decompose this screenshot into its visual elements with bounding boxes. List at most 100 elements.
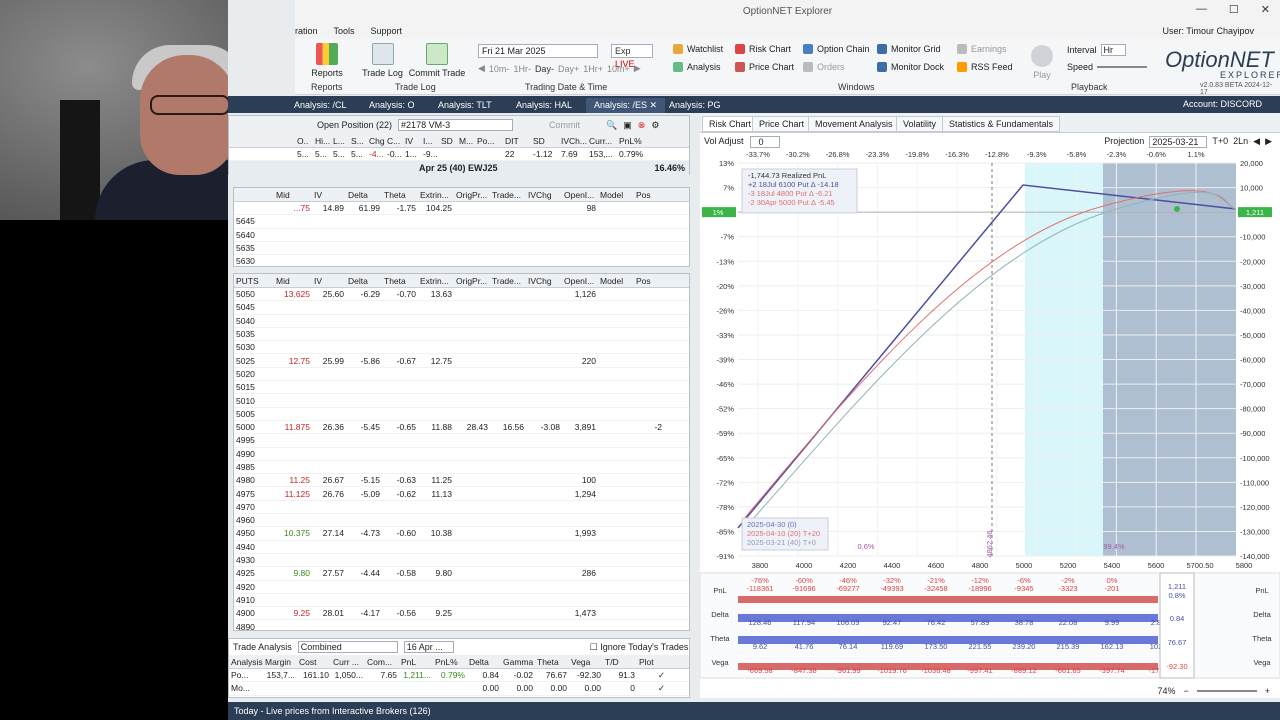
column-header[interactable]: Model	[598, 190, 634, 200]
column-header[interactable]: IV	[403, 136, 421, 146]
ignore-trades-checkbox[interactable]: ☐ Ignore Today's Trades	[590, 642, 689, 653]
tab-analysis-es[interactable]: Analysis: /ES ✕	[586, 98, 666, 113]
step-1hr-back[interactable]: 1Hr-	[513, 64, 531, 74]
column-header[interactable]: Plot	[637, 657, 667, 667]
column-header[interactable]: Theta	[382, 276, 418, 286]
column-header[interactable]: Hi...	[313, 136, 331, 146]
column-header[interactable]: PUTS	[234, 276, 274, 286]
column-header[interactable]: Mid	[274, 276, 312, 286]
minimize-icon[interactable]: —	[1196, 3, 1207, 16]
menu-operation[interactable]: ration	[295, 26, 318, 36]
table-row[interactable]: 5635	[234, 242, 689, 256]
column-header[interactable]: Trade...	[490, 276, 526, 286]
table-row[interactable]: 4990	[234, 448, 689, 461]
column-header[interactable]: Extrin...	[418, 190, 454, 200]
column-header[interactable]: IVChg	[526, 276, 562, 286]
table-row[interactable]: 5035	[234, 328, 689, 342]
column-header[interactable]: DIT	[503, 136, 531, 146]
column-header[interactable]: Vega	[569, 657, 603, 667]
column-header[interactable]: C...	[385, 136, 403, 146]
step-back-icon[interactable]: ◀	[478, 63, 485, 74]
step-10m-forward[interactable]: 10m+	[607, 64, 630, 74]
table-row[interactable]: 4970	[234, 501, 689, 515]
table-row[interactable]: 4920	[234, 581, 689, 594]
column-header[interactable]: Delta	[346, 276, 382, 286]
table-row[interactable]: Po... 153,7... 161.10 1,050... 7.65 1,211... 0…	[229, 669, 689, 683]
trade-log-button[interactable]: Trade Log	[360, 43, 405, 78]
maximize-icon[interactable]: ☐	[1229, 3, 1239, 16]
close-icon[interactable]: ✕	[1261, 3, 1270, 16]
column-header[interactable]: Curr ...	[331, 657, 365, 667]
column-header[interactable]: I...	[421, 136, 439, 146]
tab-analysis-o[interactable]: Analysis: O	[361, 98, 423, 113]
analysis-button[interactable]: Analysis	[673, 62, 721, 72]
column-header[interactable]: SD	[439, 136, 457, 146]
step-10m-back[interactable]: 10m-	[489, 64, 510, 74]
column-header[interactable]: OrigPr...	[454, 276, 490, 286]
table-row[interactable]: 4950 10.375 27.14 -4.73 -0.60 10.38 1,993	[234, 527, 689, 541]
commit-trade-button[interactable]: Commit Trade	[407, 43, 467, 78]
column-header[interactable]: Pos	[634, 190, 664, 200]
tab-analysis-tlt[interactable]: Analysis: TLT	[430, 98, 500, 113]
table-row[interactable]: 5040	[234, 315, 689, 328]
exp-live-toggle[interactable]: Exp LIVE	[611, 44, 653, 69]
table-row[interactable]: 4930	[234, 554, 689, 568]
trading-date-field[interactable]: Fri 21 Mar 2025	[478, 44, 598, 58]
risk-chart-svg[interactable]: 13% 7% 1% -7% -13% -20% -26% -33% -39% -46% -52% -5…	[700, 133, 1280, 698]
monitor-grid-button[interactable]: Monitor Grid	[877, 44, 941, 54]
table-row[interactable]: 5630	[234, 255, 689, 269]
price-chart-button[interactable]: Price Chart	[735, 62, 794, 72]
column-header[interactable]: OpenI...	[562, 190, 598, 200]
close-tab-icon[interactable]: ✕	[650, 100, 658, 110]
table-row[interactable]: 5640	[234, 229, 689, 242]
tab-statistics[interactable]: Statistics & Fundamentals	[942, 116, 1061, 132]
column-header[interactable]: Model	[598, 276, 634, 286]
column-header[interactable]: OpenI...	[562, 276, 598, 286]
table-row[interactable]: ...75 14.89 61.99 -1.75 104.25 98	[234, 202, 689, 216]
table-row[interactable]: 5045	[234, 301, 689, 315]
table-row[interactable]: 5050 13.625 25.60 -6.29 -0.70 13.63 1,126	[234, 288, 689, 302]
table-row[interactable]: 4890	[234, 620, 689, 630]
column-header[interactable]: Theta	[535, 657, 569, 667]
column-header[interactable]: PnL%	[433, 657, 467, 667]
tab-risk-chart[interactable]: Risk Chart	[702, 116, 759, 132]
orders-button[interactable]: Orders	[803, 62, 845, 72]
reports-button[interactable]: Reports	[307, 43, 347, 78]
zoom-out-icon[interactable]: −	[1183, 686, 1188, 696]
menu-tools[interactable]: Tools	[334, 26, 355, 36]
column-header[interactable]: Analysis	[229, 657, 263, 667]
watchlist-button[interactable]: Watchlist	[673, 44, 723, 54]
table-row[interactable]: 5020	[234, 368, 689, 382]
column-header[interactable]: Delta	[467, 657, 501, 667]
zoom-in-icon[interactable]: +	[1265, 686, 1270, 696]
column-header[interactable]: Cost	[297, 657, 331, 667]
speed-slider[interactable]	[1097, 66, 1148, 68]
column-header[interactable]: Curr...	[587, 136, 617, 146]
column-header[interactable]: L...	[331, 136, 349, 146]
tab-movement-analysis[interactable]: Movement Analysis	[808, 116, 900, 132]
column-header[interactable]: Delta	[346, 190, 382, 200]
table-row[interactable]: 5000 11.875 26.36 -5.45 -0.65 11.88 28.43 16.56…	[234, 421, 689, 435]
column-header[interactable]: Pos	[634, 276, 664, 286]
column-header[interactable]: T/D	[603, 657, 637, 667]
tab-analysis-hal[interactable]: Analysis: HAL	[508, 98, 580, 113]
table-row[interactable]: 4960	[234, 514, 689, 528]
column-header[interactable]: IV	[312, 190, 346, 200]
tab-volatility[interactable]: Volatility	[896, 116, 944, 132]
table-row[interactable]: 4925 9.80 27.57 -4.44 -0.58 9.80 286	[234, 567, 689, 581]
delete-icon[interactable]: ⊗	[638, 120, 646, 131]
table-row[interactable]: 4995	[234, 434, 689, 448]
table-row[interactable]: 4940	[234, 541, 689, 554]
table-row[interactable]: 5025 12.75 25.99 -5.86 -0.67 12.75 220	[234, 354, 689, 368]
table-row[interactable]: 5005	[234, 408, 689, 421]
column-header[interactable]: M...	[457, 136, 475, 146]
column-header[interactable]: PnL	[399, 657, 433, 667]
export-icon[interactable]: ▣	[623, 120, 632, 131]
tab-analysis-pg[interactable]: Analysis: PG	[661, 98, 729, 113]
search-icon[interactable]: 🔍	[606, 120, 617, 131]
table-row[interactable]: 4980 11.25 26.67 -5.15 -0.63 11.25 100	[234, 474, 689, 488]
table-row[interactable]: Mo... 0.00 0.00 0.00 0.00 0 ✓	[229, 682, 689, 696]
tab-analysis-cl[interactable]: Analysis: /CL	[286, 98, 355, 113]
position-select[interactable]: #2178 VM-3	[398, 119, 514, 131]
step-day-back[interactable]: Day-	[535, 64, 554, 74]
